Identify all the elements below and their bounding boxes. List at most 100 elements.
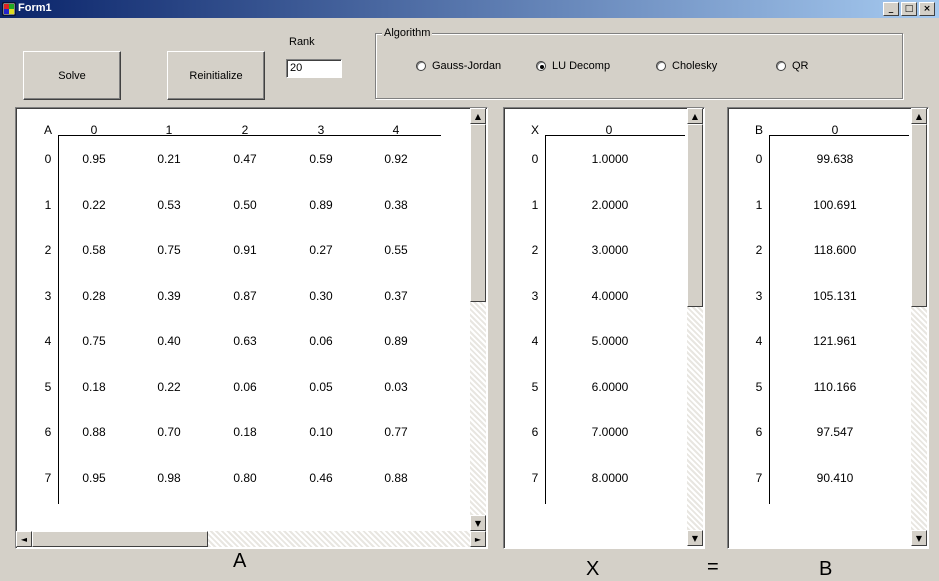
vector-b-row-axis-line bbox=[769, 135, 770, 504]
matrix-a-cell[interactable]: 0.47 bbox=[225, 152, 265, 166]
scroll-up-icon[interactable]: ▲ bbox=[687, 108, 703, 124]
scroll-up-icon[interactable]: ▲ bbox=[470, 108, 486, 124]
matrix-a-cell[interactable]: 0.28 bbox=[74, 289, 114, 303]
vector-b-cell[interactable]: 90.410 bbox=[795, 471, 875, 485]
matrix-a-cell[interactable]: 0.98 bbox=[149, 471, 189, 485]
matrix-a-cell[interactable]: 0.05 bbox=[301, 380, 341, 394]
vector-x-cell[interactable]: 3.0000 bbox=[570, 243, 650, 257]
matrix-a-cell[interactable]: 0.18 bbox=[74, 380, 114, 394]
vector-x-row-axis-line bbox=[545, 135, 546, 504]
matrix-a-cell[interactable]: 0.88 bbox=[74, 425, 114, 439]
vector-x-cell[interactable]: 7.0000 bbox=[570, 425, 650, 439]
vector-x-cell[interactable]: 1.0000 bbox=[570, 152, 650, 166]
matrix-a-col-header: 1 bbox=[165, 123, 173, 137]
matrix-a-vscroll-thumb[interactable] bbox=[470, 124, 486, 302]
scroll-right-icon[interactable]: ► bbox=[470, 531, 486, 547]
matrix-a-cell[interactable]: 0.06 bbox=[225, 380, 265, 394]
matrix-a-hscroll[interactable]: ◄ ► bbox=[16, 531, 486, 547]
vector-b-vscroll-thumb[interactable] bbox=[911, 124, 927, 307]
radio-label: Gauss-Jordan bbox=[432, 60, 502, 72]
matrix-a-cell[interactable]: 0.03 bbox=[376, 380, 416, 394]
matrix-a-cell[interactable]: 0.59 bbox=[301, 152, 341, 166]
vector-x-grid[interactable]: X 0 0 1.0000 1 2.0000 2 3.0000 3 4.0000 4 5.0000 5… bbox=[503, 107, 705, 549]
rank-input[interactable]: 20 bbox=[286, 59, 342, 78]
matrix-a-cell[interactable]: 0.22 bbox=[149, 380, 189, 394]
vector-b-cell[interactable]: 105.131 bbox=[795, 289, 875, 303]
scroll-down-icon[interactable]: ▼ bbox=[687, 530, 703, 546]
matrix-a-cell[interactable]: 0.88 bbox=[376, 471, 416, 485]
matrix-a-cell[interactable]: 0.89 bbox=[376, 334, 416, 348]
radio-lu-decomp[interactable]: LU Decomp bbox=[536, 60, 610, 72]
matrix-a-cell[interactable]: 0.75 bbox=[74, 334, 114, 348]
matrix-a-grid[interactable]: A 0 1 2 3 4 0 0.95 0.21 0.47 0.59 0.92 1 0.22 0.53 0.5… bbox=[15, 107, 488, 549]
matrix-a-cell[interactable]: 0.95 bbox=[74, 152, 114, 166]
caption-b: B bbox=[819, 558, 833, 580]
matrix-a-cell[interactable]: 0.58 bbox=[74, 243, 114, 257]
radio-cholesky[interactable]: Cholesky bbox=[656, 60, 717, 72]
matrix-a-cell[interactable]: 0.21 bbox=[149, 152, 189, 166]
solve-button[interactable]: Solve bbox=[23, 51, 121, 100]
scroll-down-icon[interactable]: ▼ bbox=[911, 530, 927, 546]
vector-b-row-header: 2 bbox=[755, 243, 763, 257]
matrix-a-cell[interactable]: 0.89 bbox=[301, 198, 341, 212]
vector-x-cell[interactable]: 2.0000 bbox=[570, 198, 650, 212]
radio-qr[interactable]: QR bbox=[776, 60, 809, 72]
matrix-a-cell[interactable]: 0.91 bbox=[225, 243, 265, 257]
matrix-a-cell[interactable]: 0.46 bbox=[301, 471, 341, 485]
maximize-button[interactable]: □ bbox=[901, 2, 917, 16]
matrix-a-hscroll-thumb[interactable] bbox=[32, 531, 208, 547]
matrix-a-cell[interactable]: 0.53 bbox=[149, 198, 189, 212]
matrix-a-cell[interactable]: 0.70 bbox=[149, 425, 189, 439]
matrix-a-cell[interactable]: 0.55 bbox=[376, 243, 416, 257]
matrix-a-cell[interactable]: 0.22 bbox=[74, 198, 114, 212]
vector-x-cell[interactable]: 8.0000 bbox=[570, 471, 650, 485]
vector-x-cell[interactable]: 6.0000 bbox=[570, 380, 650, 394]
vector-x-row-header: 1 bbox=[531, 198, 539, 212]
radio-gauss-jordan[interactable]: Gauss-Jordan bbox=[416, 60, 501, 72]
scroll-down-icon[interactable]: ▼ bbox=[470, 515, 486, 531]
vector-b-cell[interactable]: 118.600 bbox=[795, 243, 875, 257]
matrix-a-cell[interactable]: 0.77 bbox=[376, 425, 416, 439]
matrix-a-cell[interactable]: 0.06 bbox=[301, 334, 341, 348]
vector-b-vscroll[interactable]: ▲ ▼ bbox=[911, 108, 927, 546]
matrix-a-cell[interactable]: 0.10 bbox=[301, 425, 341, 439]
vector-x-corner-label: X bbox=[530, 123, 539, 137]
matrix-a-col-header: 2 bbox=[241, 123, 249, 137]
scroll-up-icon[interactable]: ▲ bbox=[911, 108, 927, 124]
matrix-a-cell[interactable]: 0.63 bbox=[225, 334, 265, 348]
matrix-a-row-header: 3 bbox=[44, 289, 52, 303]
vector-x-cell[interactable]: 5.0000 bbox=[570, 334, 650, 348]
matrix-a-cell[interactable]: 0.92 bbox=[376, 152, 416, 166]
matrix-a-cell[interactable]: 0.27 bbox=[301, 243, 341, 257]
algorithm-legend: Algorithm bbox=[382, 27, 433, 39]
vector-x-vscroll-thumb[interactable] bbox=[687, 124, 703, 307]
matrix-a-cell[interactable]: 0.87 bbox=[225, 289, 265, 303]
radio-label: QR bbox=[792, 60, 809, 72]
radio-label: LU Decomp bbox=[552, 60, 611, 72]
vector-x-row-header: 3 bbox=[531, 289, 539, 303]
close-button[interactable]: × bbox=[919, 2, 935, 16]
vector-b-cell[interactable]: 121.961 bbox=[795, 334, 875, 348]
vector-b-cell[interactable]: 99.638 bbox=[795, 152, 875, 166]
matrix-a-cell[interactable]: 0.40 bbox=[149, 334, 189, 348]
vector-x-vscroll[interactable]: ▲ ▼ bbox=[687, 108, 703, 546]
vector-b-cell[interactable]: 97.547 bbox=[795, 425, 875, 439]
vector-x-cell[interactable]: 4.0000 bbox=[570, 289, 650, 303]
minimize-button[interactable]: _ bbox=[883, 2, 899, 16]
matrix-a-cell[interactable]: 0.50 bbox=[225, 198, 265, 212]
matrix-a-cell[interactable]: 0.38 bbox=[376, 198, 416, 212]
scroll-left-icon[interactable]: ◄ bbox=[16, 531, 32, 547]
matrix-a-cell[interactable]: 0.75 bbox=[149, 243, 189, 257]
matrix-a-vscroll[interactable]: ▲ ▼ bbox=[470, 108, 486, 531]
vector-b-cell[interactable]: 100.691 bbox=[795, 198, 875, 212]
radio-label: Cholesky bbox=[672, 60, 718, 72]
matrix-a-cell[interactable]: 0.30 bbox=[301, 289, 341, 303]
matrix-a-cell[interactable]: 0.80 bbox=[225, 471, 265, 485]
matrix-a-cell[interactable]: 0.18 bbox=[225, 425, 265, 439]
matrix-a-cell[interactable]: 0.95 bbox=[74, 471, 114, 485]
matrix-a-cell[interactable]: 0.37 bbox=[376, 289, 416, 303]
vector-b-cell[interactable]: 110.166 bbox=[795, 380, 875, 394]
vector-b-grid[interactable]: B 0 0 99.638 1 100.691 2 118.600 3 105.131 4 121.… bbox=[727, 107, 929, 549]
reinitialize-button[interactable]: Reinitialize bbox=[167, 51, 265, 100]
matrix-a-cell[interactable]: 0.39 bbox=[149, 289, 189, 303]
